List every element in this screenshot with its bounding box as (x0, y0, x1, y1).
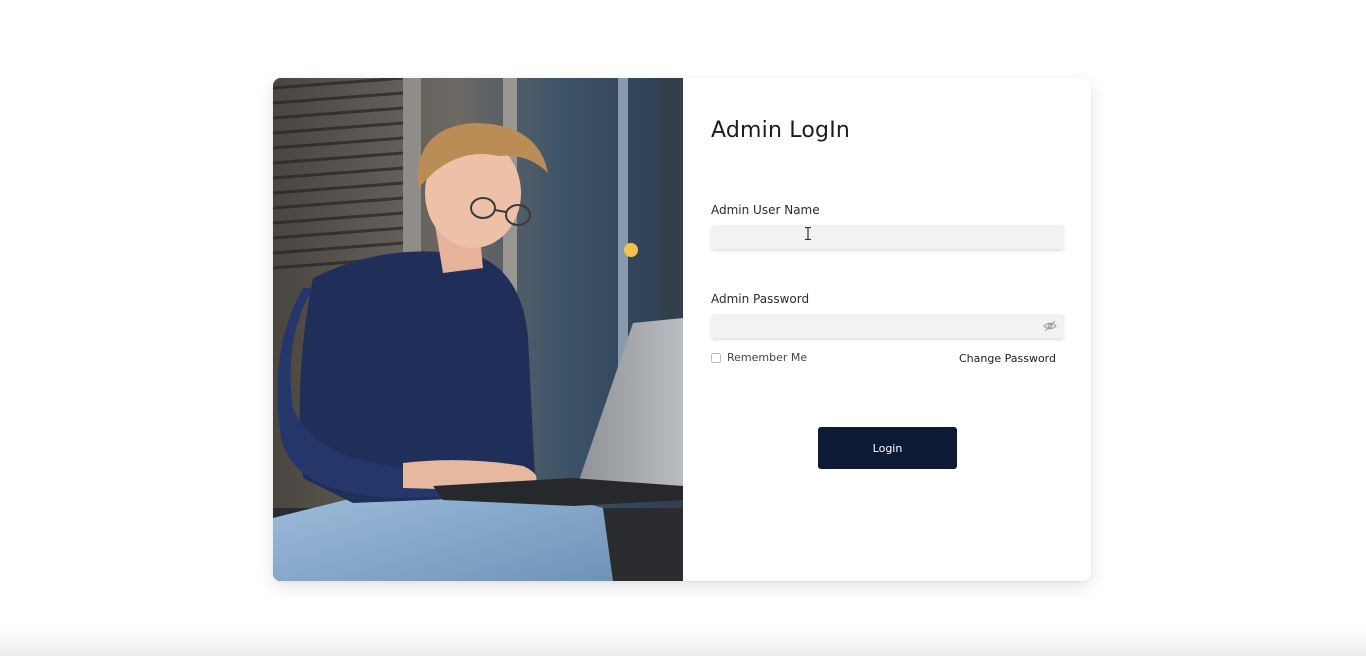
remember-me-label: Remember Me (727, 351, 808, 364)
change-password-link[interactable]: Change Password (959, 352, 1056, 365)
username-input[interactable] (711, 225, 1064, 249)
remember-me-option[interactable]: Remember Me (711, 351, 807, 364)
remember-me-checkbox[interactable] (711, 352, 721, 363)
login-card: Admin LogIn Admin User Name Admin Passwo… (273, 78, 1091, 581)
bottom-bar (0, 628, 1366, 656)
login-form: Admin LogIn Admin User Name Admin Passwo… (683, 78, 1091, 581)
page: Admin LogIn Admin User Name Admin Passwo… (0, 0, 1366, 656)
password-input[interactable] (711, 314, 1064, 338)
login-button[interactable]: Login (818, 427, 957, 469)
eye-off-icon[interactable] (1043, 320, 1057, 332)
page-title: Admin LogIn (711, 118, 851, 143)
username-label: Admin User Name (711, 203, 820, 217)
text-cursor-icon (805, 227, 811, 240)
hero-image (273, 78, 683, 581)
password-label: Admin Password (711, 292, 810, 306)
